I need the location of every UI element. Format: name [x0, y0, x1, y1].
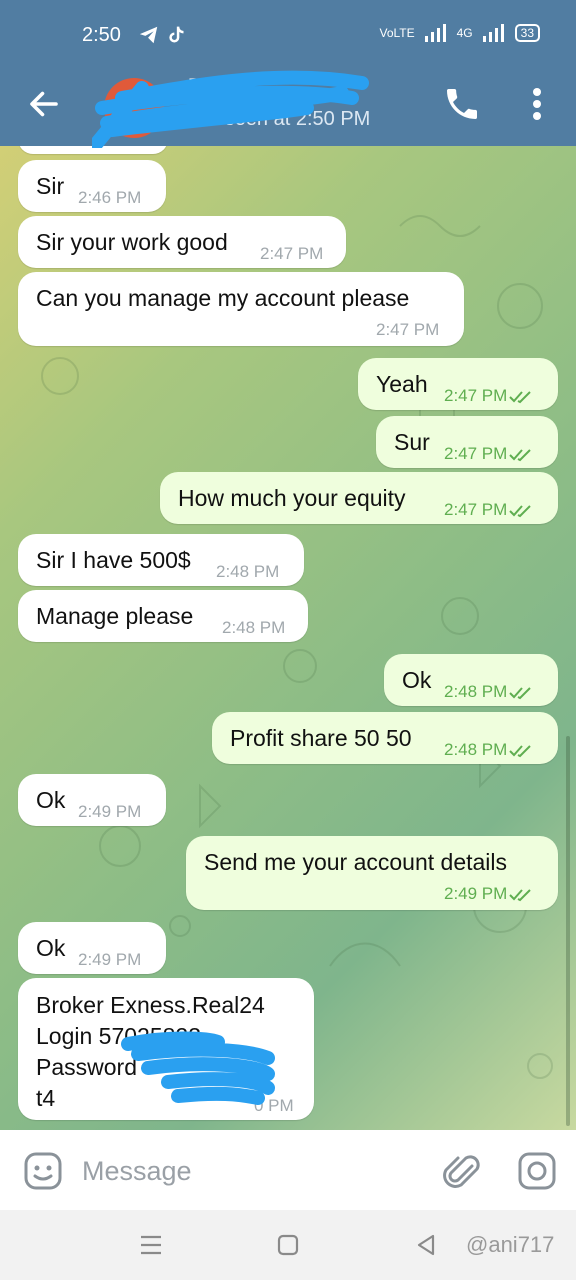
message-text: Sir your work good: [36, 229, 228, 255]
message-input[interactable]: [80, 1150, 424, 1192]
battery-icon: 33: [514, 24, 540, 42]
status-notification-icons: [138, 24, 186, 46]
message-text: Sur: [394, 429, 430, 455]
double-check-icon: [509, 448, 532, 461]
redaction-scribble: [121, 1031, 275, 1105]
message-bubble-outgoing[interactable]: Ok 2:48 PM: [384, 654, 558, 706]
message-text: Profit share 50 50: [230, 725, 412, 751]
volte-icon: VoLTE: [379, 26, 415, 40]
message-bubble-incoming[interactable]: Manage please 2:48 PM: [18, 590, 308, 642]
double-check-icon: [509, 686, 532, 699]
paperclip-icon[interactable]: [440, 1150, 482, 1192]
message-bubble-incoming[interactable]: Ok 2:49 PM: [18, 774, 166, 826]
system-navigation-bar: @ani717: [0, 1210, 576, 1280]
message-time: 2:46 PM: [78, 188, 142, 207]
more-vertical-icon[interactable]: [522, 84, 552, 124]
message-time: 2:47 PM: [444, 382, 533, 410]
4g-icon: 4G: [456, 26, 473, 40]
message-time: 2:48 PM: [222, 618, 286, 637]
message-list[interactable]: Sir 2:46 PM Sir your work good 2:47 PM C…: [0, 146, 576, 1130]
telegram-icon: [139, 26, 158, 44]
home-icon[interactable]: [275, 1232, 301, 1258]
message-bubble-incoming[interactable]: Sir 2:46 PM: [18, 160, 166, 212]
message-time: 2:49 PM: [444, 880, 533, 908]
message-bubble-incoming[interactable]: Broker Exness.Real24 Login 57025823 Pass…: [18, 978, 314, 1120]
message-text: How much your equity: [178, 485, 406, 511]
recent-apps-icon[interactable]: [138, 1232, 164, 1258]
signal-icon: [424, 24, 446, 42]
phone-icon[interactable]: [442, 84, 482, 124]
message-time: 2:47 PM: [444, 440, 533, 468]
message-bubble-outgoing[interactable]: Profit share 50 50 2:48 PM: [212, 712, 558, 764]
message-bubble-outgoing[interactable]: Yeah 2:47 PM: [358, 358, 558, 410]
status-system-icons: VoLTE 4G 33: [379, 24, 540, 42]
message-bubble-incoming[interactable]: Sir your work good 2:47 PM: [18, 216, 346, 268]
double-check-icon: [509, 888, 532, 901]
message-text: Can you manage my account please: [36, 285, 410, 311]
chat-header: 2:50 VoLTE 4G 33 Dil DA last seen at 2:5…: [0, 0, 576, 148]
message-text: Sir: [36, 173, 65, 199]
message-text: Send me your account details: [204, 849, 508, 875]
message-bubble-outgoing[interactable]: Send me your account details 2:49 PM: [186, 836, 558, 910]
message-text: Manage please: [36, 603, 194, 629]
message-text: Sir I have 500$: [36, 547, 191, 573]
message-time: 2:49 PM: [78, 950, 142, 969]
message-time: 2:48 PM: [444, 678, 533, 706]
tiktok-icon: [169, 26, 184, 43]
telegram-chat-screen: 2:50 VoLTE 4G 33 Dil DA last seen at 2:5…: [0, 0, 576, 1280]
back-triangle-icon[interactable]: [413, 1232, 439, 1258]
message-time: 2:47 PM: [376, 320, 440, 339]
sticker-emoji-icon[interactable]: [22, 1150, 64, 1192]
redaction-scribble: [92, 70, 369, 148]
double-check-icon: [509, 504, 532, 517]
back-arrow-icon[interactable]: [26, 86, 62, 122]
double-check-icon: [509, 744, 532, 757]
message-bubble-incoming[interactable]: Can you manage my account please 2:47 PM: [18, 272, 464, 346]
message-time: 2:48 PM: [216, 562, 280, 581]
signal-2-icon: [482, 24, 504, 42]
message-time: 2:48 PM: [444, 736, 533, 764]
message-bubble-incoming[interactable]: Sir I have 500$ 2:48 PM: [18, 534, 304, 586]
double-check-icon: [509, 390, 532, 403]
app-bar: Dil DA last seen at 2:50 PM: [0, 70, 576, 148]
message-time: 2:47 PM: [444, 496, 533, 524]
camera-icon[interactable]: [516, 1150, 558, 1192]
status-time: 2:50: [82, 24, 121, 46]
message-bubble-incoming[interactable]: Ok 2:49 PM: [18, 922, 166, 974]
watermark: @ani717: [466, 1232, 555, 1257]
message-time: 2:49 PM: [78, 802, 142, 821]
message-text: Yeah: [376, 371, 428, 397]
message-text: Ok: [402, 667, 432, 693]
message-bubble-outgoing[interactable]: Sur 2:47 PM: [376, 416, 558, 468]
message-bubble-outgoing[interactable]: How much your equity 2:47 PM: [160, 472, 558, 524]
message-text: Ok: [36, 787, 66, 813]
message-input-bar: [0, 1130, 576, 1210]
message-text: Ok: [36, 935, 66, 961]
scrollbar[interactable]: [566, 736, 570, 1126]
message-time: 2:47 PM: [260, 244, 324, 263]
